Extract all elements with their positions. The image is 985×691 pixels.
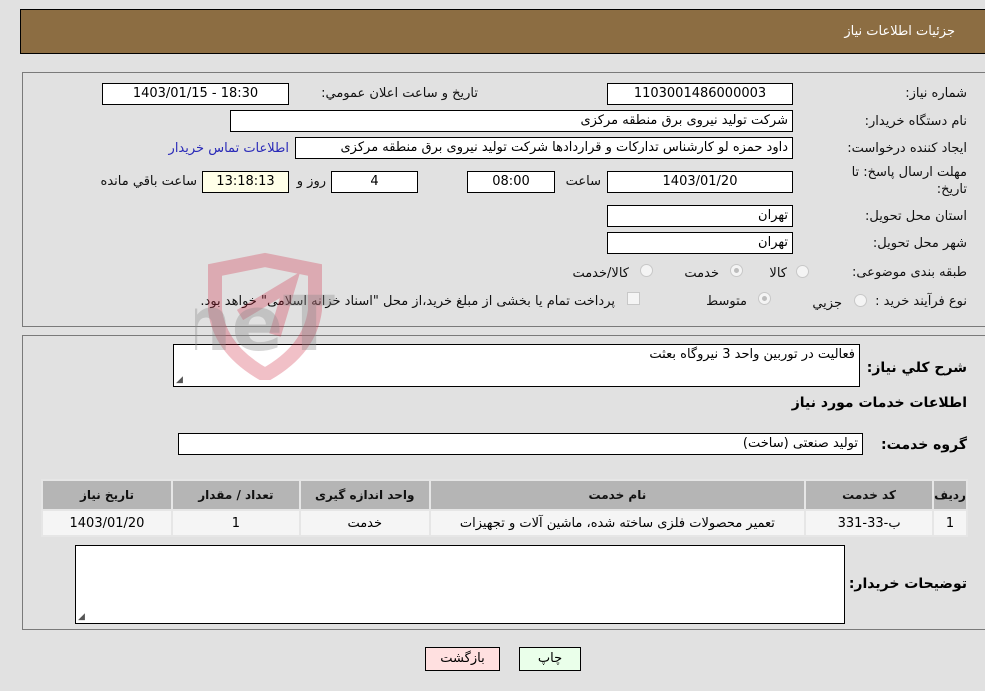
announce-datetime-value: 1403/01/15 - 18:30	[132, 86, 259, 101]
print-button[interactable]: چاپ	[519, 647, 581, 671]
table-row: 1 ب-33-331 تعمیر محصولات فلزی ساخته شده،…	[41, 509, 968, 537]
cell-service-name: تعمیر محصولات فلزی ساخته شده، ماشین آلات…	[428, 509, 807, 537]
province-label: استان محل تحویل:	[865, 209, 967, 224]
need-details-panel: شرح کلي نیاز: فعالیت در توربین واحد 3 نی…	[22, 335, 985, 630]
days-label: روز و	[296, 174, 326, 189]
cell-row-number: 1	[932, 509, 968, 537]
creator-label: ایجاد کننده درخواست:	[847, 141, 967, 156]
buyer-org-label: نام دستگاه خریدار:	[864, 114, 967, 129]
deadline-date-field: 1403/01/20	[607, 171, 793, 193]
service-group-field: تولید صنعتی (ساخت)	[178, 433, 863, 455]
resize-grip-icon[interactable]: ◢	[176, 375, 183, 385]
announce-label: تاریخ و ساعت اعلان عمومي:	[321, 86, 478, 101]
back-button[interactable]: بازگشت	[425, 647, 500, 671]
deadline-time-field: 08:00	[467, 171, 555, 193]
cell-unit: خدمت	[298, 509, 431, 537]
process-label: نوع فرآیند خرید :	[875, 294, 967, 309]
summary-text: فعالیت در توربین واحد 3 نیروگاه بعثت	[649, 347, 855, 362]
category-radio-service[interactable]	[730, 264, 743, 277]
remaining-time-field: 13:18:13	[202, 171, 289, 193]
page-title: جزئیات اطلاعات نیاز	[844, 24, 955, 39]
col-service-name: نام خدمت	[428, 479, 807, 511]
buyer-contact-link[interactable]: اطلاعات تماس خریدار	[169, 141, 289, 156]
need-number-field: 1103001486000003	[607, 83, 793, 105]
cell-quantity: 1	[170, 509, 301, 537]
process-radio-minor[interactable]	[854, 294, 867, 307]
creator-field: داود حمزه لو کارشناس تدارکات و قراردادها…	[295, 137, 793, 159]
announce-datetime-field: 1403/01/15 - 18:30	[102, 83, 289, 105]
services-table: ردیف کد خدمت نام خدمت واحد اندازه گیری ت…	[41, 479, 968, 537]
days-remaining-field: 4	[331, 171, 418, 193]
buyer-notes-label: توضیحات خریدار:	[848, 576, 967, 592]
resize-grip-icon[interactable]: ◢	[78, 612, 85, 622]
category-radio-goods-service[interactable]	[640, 264, 653, 277]
process-option-medium: متوسط	[706, 294, 747, 309]
category-option-goods-service: کالا/خدمت	[572, 266, 629, 281]
treasury-checkbox[interactable]	[627, 292, 640, 305]
deadline-time-label: ساعت	[565, 174, 601, 189]
col-row-number: ردیف	[932, 479, 968, 511]
province-field: تهران	[607, 205, 793, 227]
remaining-time-label: ساعت باقي مانده	[100, 174, 197, 189]
treasury-note: پرداخت تمام یا بخشی از مبلغ خرید،از محل …	[200, 294, 615, 309]
category-radio-goods[interactable]	[796, 265, 809, 278]
process-option-minor: جزيي	[812, 296, 842, 311]
col-need-date: تاریخ نیاز	[41, 479, 173, 511]
table-header-row: ردیف کد خدمت نام خدمت واحد اندازه گیری ت…	[41, 479, 968, 511]
col-service-code: کد خدمت	[804, 479, 935, 511]
city-label: شهر محل تحویل:	[872, 236, 967, 251]
deadline-label-line2: تاریخ:	[936, 182, 967, 197]
deadline-label-line1: مهلت ارسال پاسخ: تا	[851, 165, 967, 180]
page-header: جزئیات اطلاعات نیاز	[20, 9, 985, 54]
category-option-goods: کالا	[769, 266, 787, 281]
category-label: طبقه بندی موضوعی:	[851, 265, 967, 280]
col-quantity: تعداد / مقدار	[170, 479, 301, 511]
process-radio-medium[interactable]	[758, 292, 771, 305]
buyer-org-field: شرکت تولید نیروی برق منطقه مرکزی	[230, 110, 793, 132]
cell-service-code: ب-33-331	[804, 509, 935, 537]
need-number-label: شماره نیاز:	[905, 86, 967, 101]
col-unit: واحد اندازه گیری	[298, 479, 431, 511]
category-option-service: خدمت	[684, 266, 719, 281]
need-info-panel: شماره نیاز: 1103001486000003 تاریخ و ساع…	[22, 72, 985, 327]
summary-label: شرح کلي نیاز:	[866, 360, 967, 376]
city-field: تهران	[607, 232, 793, 254]
services-heading: اطلاعات خدمات مورد نیاز	[791, 395, 967, 411]
buyer-notes-textarea[interactable]: ◢	[75, 545, 845, 624]
service-group-label: گروه خدمت:	[881, 437, 967, 453]
summary-textarea[interactable]: فعالیت در توربین واحد 3 نیروگاه بعثت ◢	[173, 344, 860, 387]
cell-need-date: 1403/01/20	[41, 509, 173, 537]
